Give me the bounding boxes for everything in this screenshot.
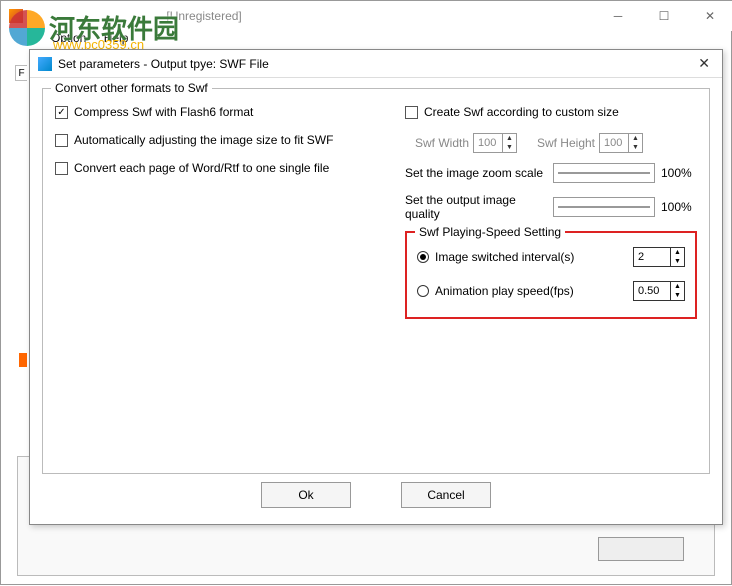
compress-label: Compress Swf with Flash6 format bbox=[74, 105, 253, 119]
parameters-dialog: Set parameters - Output tpye: SWF File ✕… bbox=[29, 49, 723, 525]
custom-size-checkbox[interactable] bbox=[405, 106, 418, 119]
fps-radio[interactable] bbox=[417, 285, 429, 297]
maximize-button[interactable]: ☐ bbox=[641, 1, 687, 31]
main-titlebar: xxxx Doc x SxxConverter [Unregistered] ─… bbox=[1, 1, 732, 31]
swf-height-label: Swf Height bbox=[531, 136, 595, 150]
dialog-title: Set parameters - Output tpye: SWF File bbox=[58, 57, 694, 71]
ok-button[interactable]: Ok bbox=[261, 482, 351, 508]
quality-value: 100% bbox=[661, 200, 697, 214]
auto-adjust-checkbox[interactable] bbox=[55, 134, 68, 147]
close-button[interactable]: ✕ bbox=[687, 1, 732, 31]
compress-checkbox[interactable] bbox=[55, 106, 68, 119]
interval-label: Image switched interval(s) bbox=[435, 250, 633, 264]
swf-height-spinner[interactable]: 100▲▼ bbox=[599, 133, 643, 153]
dialog-titlebar: Set parameters - Output tpye: SWF File ✕ bbox=[30, 50, 722, 78]
zoom-scale-label: Set the image zoom scale bbox=[405, 166, 553, 180]
left-tab[interactable]: F bbox=[15, 65, 27, 81]
menu-option[interactable]: Option bbox=[51, 31, 86, 45]
dialog-close-button[interactable]: ✕ bbox=[694, 55, 714, 72]
left-column: Compress Swf with Flash6 format Automati… bbox=[55, 105, 395, 189]
quality-slider[interactable] bbox=[553, 197, 655, 217]
right-column: Create Swf according to custom size Swf … bbox=[405, 105, 697, 319]
cancel-button[interactable]: Cancel bbox=[401, 482, 491, 508]
quality-label: Set the output image quality bbox=[405, 193, 553, 221]
swf-width-label: Swf Width bbox=[405, 136, 469, 150]
custom-size-label: Create Swf according to custom size bbox=[424, 105, 619, 119]
menu-help[interactable]: Help bbox=[104, 31, 129, 45]
fps-label: Animation play speed(fps) bbox=[435, 284, 633, 298]
group-legend: Convert other formats to Swf bbox=[51, 81, 212, 95]
dialog-buttons: Ok Cancel bbox=[30, 482, 722, 508]
interval-radio[interactable] bbox=[417, 251, 429, 263]
fps-spinner[interactable]: 0.50▲▼ bbox=[633, 281, 685, 301]
minimize-button[interactable]: ─ bbox=[595, 1, 641, 31]
each-page-checkbox[interactable] bbox=[55, 162, 68, 175]
dialog-icon bbox=[38, 57, 52, 71]
orange-cursor-icon bbox=[19, 353, 27, 367]
bottom-button[interactable] bbox=[598, 537, 684, 561]
app-icon bbox=[9, 9, 23, 23]
speed-legend: Swf Playing-Speed Setting bbox=[415, 225, 565, 239]
speed-groupbox: Swf Playing-Speed Setting Image switched… bbox=[405, 231, 697, 319]
auto-adjust-label: Automatically adjusting the image size t… bbox=[74, 133, 333, 147]
interval-spinner[interactable]: 2▲▼ bbox=[633, 247, 685, 267]
dimensions-row: Swf Width 100▲▼ Swf Height 100▲▼ bbox=[405, 133, 697, 153]
each-page-label: Convert each page of Word/Rtf to one sin… bbox=[74, 161, 329, 175]
zoom-scale-slider[interactable] bbox=[553, 163, 655, 183]
zoom-scale-value: 100% bbox=[661, 166, 697, 180]
main-title: xxxx Doc x SxxConverter [Unregistered] bbox=[23, 9, 595, 23]
menubar: Option Help bbox=[1, 31, 732, 51]
swf-width-spinner[interactable]: 100▲▼ bbox=[473, 133, 517, 153]
convert-groupbox: Convert other formats to Swf Compress Sw… bbox=[42, 88, 710, 474]
